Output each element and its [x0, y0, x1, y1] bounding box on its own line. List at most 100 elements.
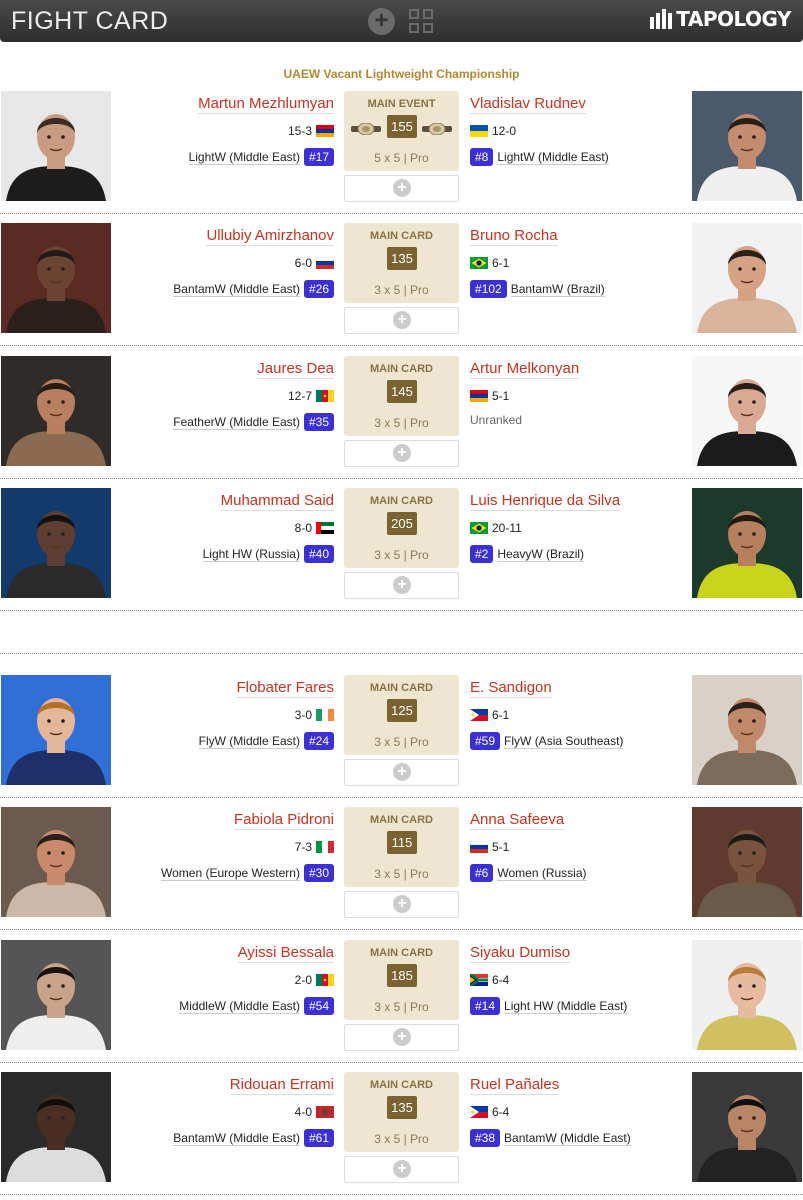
add-pick-button[interactable]: +: [344, 175, 459, 202]
rank-badge[interactable]: #24: [303, 732, 334, 750]
fighter-photo-image: [692, 807, 802, 917]
add-pick-button[interactable]: +: [344, 1024, 459, 1051]
fighter-record: 12-7: [287, 389, 312, 403]
ranking: #38 BantamW (Middle East): [470, 1129, 631, 1147]
record-row: 8-0: [295, 521, 334, 535]
add-pick-button[interactable]: +: [344, 1156, 459, 1183]
division-link[interactable]: Women (Europe Western): [161, 866, 300, 881]
fighter-name-link[interactable]: Fabiola Pidroni: [233, 811, 334, 830]
division-link[interactable]: FlyW (Asia Southeast): [504, 734, 624, 749]
rank-badge[interactable]: #17: [303, 148, 334, 166]
rank-badge[interactable]: #26: [303, 280, 334, 298]
fighter-photo[interactable]: [692, 807, 802, 917]
bout-info-box[interactable]: MAIN CARD 185 3 x 5 | Pro: [344, 940, 459, 1020]
fighter-photo[interactable]: [1, 807, 111, 917]
bout-label: MAIN CARD: [370, 230, 433, 242]
division-link[interactable]: MiddleW (Middle East): [179, 999, 300, 1014]
plus-circle-icon[interactable]: +: [368, 8, 395, 35]
division-link[interactable]: BantamW (Middle East): [173, 282, 300, 297]
bout-info-box[interactable]: MAIN CARD 125 3 x 5 | Pro: [344, 675, 459, 755]
fighter-name-link[interactable]: Bruno Rocha: [470, 227, 558, 246]
fighter-record: 12-0: [492, 124, 517, 138]
add-pick-button[interactable]: +: [344, 440, 459, 467]
fighter-record: 5-1: [492, 840, 510, 854]
division-link[interactable]: LightW (Middle East): [497, 150, 609, 165]
fighter-name-link[interactable]: Martun Mezhlumyan: [198, 95, 334, 114]
bout-row: Muhammad Said 8-0 Light HW (Russia) #40 …: [0, 488, 803, 611]
division-link[interactable]: Light HW (Middle East): [504, 999, 628, 1014]
rank-badge[interactable]: #2: [470, 545, 494, 563]
fighter-photo[interactable]: [692, 940, 802, 1050]
fighter-name-link[interactable]: Artur Melkonyan: [470, 360, 580, 379]
bout-info-box[interactable]: MAIN CARD 205 3 x 5 | Pro: [344, 488, 459, 568]
bout-info-box[interactable]: MAIN CARD 135 3 x 5 | Pro: [344, 223, 459, 303]
fighter-photo[interactable]: [692, 356, 802, 466]
rank-badge[interactable]: #61: [303, 1129, 334, 1147]
bout-info-box[interactable]: MAIN CARD 135 3 x 5 | Pro: [344, 1072, 459, 1152]
fighter-photo[interactable]: [1, 356, 111, 466]
fighter-photo[interactable]: [692, 488, 802, 598]
rank-badge[interactable]: #102: [470, 280, 507, 298]
rank-badge[interactable]: #6: [470, 864, 494, 882]
fighter-photo[interactable]: [1, 488, 111, 598]
fighter-photo[interactable]: [1, 223, 111, 333]
grid-view-icon[interactable]: [409, 9, 435, 35]
fighter-photo[interactable]: [692, 91, 802, 201]
weight-class-badge: 205: [387, 512, 417, 535]
division-link[interactable]: BantamW (Middle East): [173, 1131, 300, 1146]
division-link[interactable]: FlyW (Middle East): [198, 734, 300, 749]
rank-badge[interactable]: #14: [470, 997, 501, 1015]
fighter-name-link[interactable]: Flobater Fares: [236, 679, 334, 698]
add-pick-button[interactable]: +: [344, 891, 459, 918]
division-link[interactable]: HeavyW (Brazil): [497, 547, 585, 562]
division-link[interactable]: Women (Russia): [497, 866, 587, 881]
fighter-photo[interactable]: [1, 940, 111, 1050]
ranking: Women (Europe Western) #30: [161, 864, 334, 882]
fighter-photo[interactable]: [1, 91, 111, 201]
bout-info-box[interactable]: MAIN CARD 115 3 x 5 | Pro: [344, 807, 459, 887]
rank-badge[interactable]: #59: [470, 732, 501, 750]
fighter-name-link[interactable]: Siyaku Dumiso: [470, 944, 571, 963]
rank-badge[interactable]: #40: [303, 545, 334, 563]
tapology-logo[interactable]: TAPOLOGY: [650, 7, 791, 31]
rounds-info: 3 x 5 | Pro: [374, 1132, 429, 1146]
bout-info-box[interactable]: MAIN EVENT 155 5 x 5 | Pro: [344, 91, 459, 171]
division-link[interactable]: FeatherW (Middle East): [173, 415, 300, 430]
fighter-name-link[interactable]: Anna Safeeva: [470, 811, 565, 830]
fighter-name-link[interactable]: Vladislav Rudnev: [470, 95, 586, 114]
rank-badge[interactable]: #8: [470, 148, 494, 166]
fighter-name-link[interactable]: Luis Henrique da Silva: [470, 492, 621, 511]
rank-badge[interactable]: #38: [470, 1129, 501, 1147]
fighter-photo[interactable]: [692, 675, 802, 785]
morocco-flag-icon: [316, 1106, 334, 1118]
fighter-name-link[interactable]: Ridouan Errami: [229, 1076, 334, 1095]
fighter-name-link[interactable]: Ayissi Bessala: [237, 944, 334, 963]
fighter-name-link[interactable]: Ruel Pañales: [470, 1076, 560, 1095]
add-pick-button[interactable]: +: [344, 572, 459, 599]
plus-icon: +: [393, 444, 411, 462]
division-link[interactable]: Light HW (Russia): [202, 547, 300, 562]
division-link[interactable]: BantamW (Brazil): [510, 282, 605, 297]
division-link[interactable]: BantamW (Middle East): [504, 1131, 631, 1146]
bout-info-box[interactable]: MAIN CARD 145 3 x 5 | Pro: [344, 356, 459, 436]
ranking: #59 FlyW (Asia Southeast): [470, 732, 624, 750]
fighter-name-link[interactable]: Ullubiy Amirzhanov: [206, 227, 334, 246]
add-pick-button[interactable]: +: [344, 759, 459, 786]
rank-badge[interactable]: #54: [303, 997, 334, 1015]
add-pick-button[interactable]: +: [344, 307, 459, 334]
fighter-photo[interactable]: [1, 675, 111, 785]
row-divider: [0, 345, 803, 346]
bout-label: MAIN CARD: [370, 363, 433, 375]
fighter-name-link[interactable]: Muhammad Said: [220, 492, 334, 511]
record-row: 5-1: [470, 840, 509, 854]
rank-badge[interactable]: #35: [303, 413, 334, 431]
fighter-name-link[interactable]: Jaures Dea: [257, 360, 334, 379]
fighter-photo-image: [692, 91, 802, 201]
division-link[interactable]: LightW (Middle East): [188, 150, 300, 165]
fighter-photo[interactable]: [1, 1072, 111, 1182]
row-divider: [0, 1194, 803, 1195]
fighter-name-link[interactable]: E. Sandigon: [470, 679, 552, 698]
rank-badge[interactable]: #30: [303, 864, 334, 882]
fighter-photo[interactable]: [692, 223, 802, 333]
fighter-photo[interactable]: [692, 1072, 802, 1182]
